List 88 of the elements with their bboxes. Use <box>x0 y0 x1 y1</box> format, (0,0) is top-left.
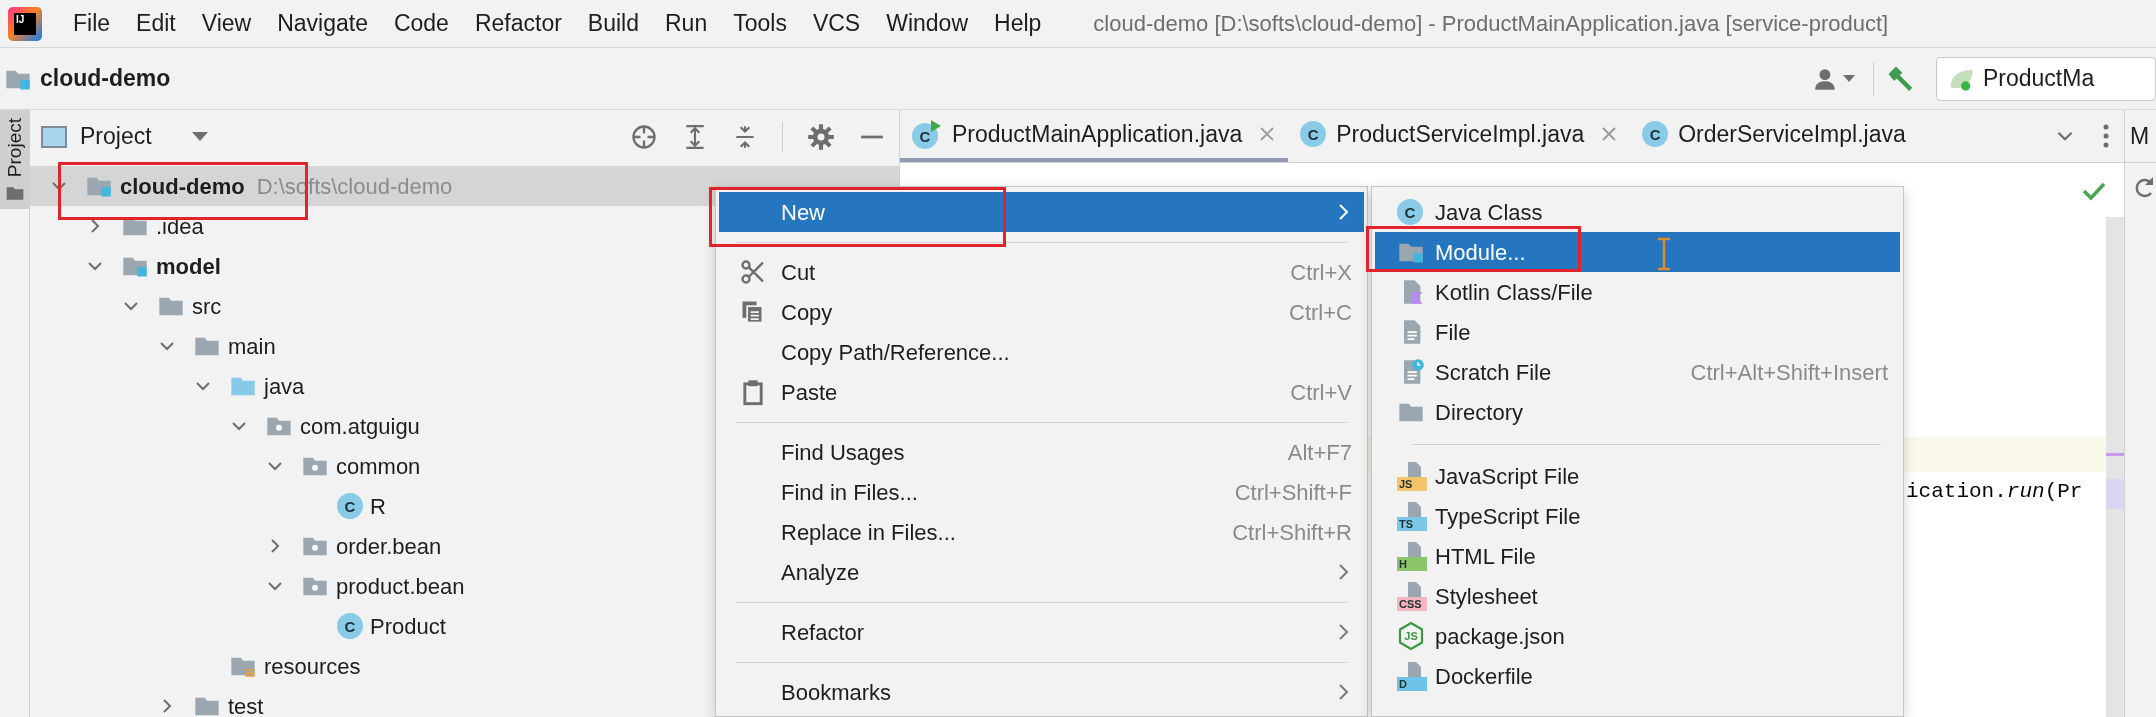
panel-title: Project <box>80 122 152 152</box>
menu-item[interactable]: Edit <box>136 6 176 41</box>
menu-item[interactable]: CSS Stylesheet <box>1375 576 1900 616</box>
shortcut-label: Ctrl+Shift+F <box>1233 478 1352 507</box>
menu-item[interactable]: Code <box>393 6 449 41</box>
editor-tab[interactable]: C OrderServiceImpl.java <box>1630 110 1918 162</box>
app-logo: IJ <box>8 6 42 41</box>
menu-item[interactable]: Run <box>665 6 708 41</box>
tree-label: common <box>336 452 421 481</box>
window-title: cloud-demo [D:\softs\cloud-demo] - ProductMainApplication.java [service-product] <box>1093 10 1889 38</box>
class-icon: C <box>1642 121 1669 147</box>
menu-item[interactable]: Find in Files... Ctrl+Shift+F <box>719 472 1364 512</box>
menu-item[interactable]: Replace in Files... Ctrl+Shift+R <box>719 512 1364 552</box>
tree-label: order.bean <box>336 532 442 561</box>
shortcut-label: Ctrl+V <box>1289 378 1352 407</box>
shortcut-label: Ctrl+C <box>1288 298 1352 327</box>
tree-label: java <box>264 372 305 401</box>
hexagon-icon: JS <box>1397 621 1425 651</box>
menu-item[interactable]: Refactor <box>474 6 562 41</box>
menu-item[interactable]: Bookmarks <box>719 672 1364 712</box>
menu-item[interactable]: Build <box>587 6 639 41</box>
menu-item[interactable]: D Dockerfile <box>1375 656 1900 696</box>
menu-item[interactable]: Directory <box>1375 392 1900 432</box>
window-icon <box>40 123 68 150</box>
tree-label: src <box>192 292 222 321</box>
more-icon[interactable] <box>2102 123 2110 149</box>
tool-window-tab[interactable]: Project <box>0 110 29 210</box>
refresh-icon[interactable] <box>2133 175 2155 199</box>
breadcrumb-item[interactable]: cloud-demo <box>40 61 171 96</box>
menu-item[interactable]: File <box>73 6 111 41</box>
menu-item[interactable]: View <box>201 6 252 41</box>
menu-item[interactable]: Kotlin Class/File <box>1375 272 1900 312</box>
tree-label: com.atguigu <box>300 412 420 441</box>
shortcut-label: Ctrl+Alt+Shift+Insert <box>1689 358 1888 387</box>
menu-item[interactable]: Copy Path/Reference... <box>719 332 1364 372</box>
tree-label: test <box>228 692 264 717</box>
tree-label: .idea <box>156 212 204 241</box>
caret-icon[interactable] <box>191 131 208 142</box>
menu-item[interactable]: File <box>1375 312 1900 352</box>
editor-tab[interactable]: C ProductMainApplication.java <box>900 110 1289 162</box>
menu-item[interactable]: Copy Ctrl+C <box>719 292 1364 332</box>
scrollbar-marker <box>2106 479 2124 509</box>
shortcut-label: Ctrl+X <box>1289 258 1352 287</box>
tree-label: cloud-demo <box>120 172 245 201</box>
crosshair-icon[interactable] <box>630 122 658 151</box>
menu-item[interactable]: Window <box>886 6 968 41</box>
class-icon: C <box>337 493 363 519</box>
caret-icon <box>1843 74 1855 83</box>
menu-item[interactable]: Navigate <box>277 6 368 41</box>
menu-item[interactable]: Analyze <box>719 552 1364 592</box>
tree-label: main <box>228 332 276 361</box>
class-icon: C <box>1300 121 1327 147</box>
shortcut-label: Alt+F7 <box>1286 438 1352 467</box>
shortcut-label: Ctrl+Shift+R <box>1231 518 1352 547</box>
scrollbar-marker <box>2106 453 2124 456</box>
scissors-icon <box>739 258 767 286</box>
menu-item[interactable]: Scratch File Ctrl+Alt+Shift+Insert <box>1375 352 1900 392</box>
class-icon: C <box>337 613 363 639</box>
menu-item[interactable]: C Java Class <box>1375 192 1900 232</box>
menu-item[interactable]: VCS <box>812 6 861 41</box>
tree-label: R <box>370 492 386 521</box>
editor-tab[interactable]: C ProductServiceImpl.java <box>1288 110 1631 162</box>
code-line: ication.run(Pr <box>1906 479 2083 506</box>
menu-item[interactable]: Find Usages Alt+F7 <box>719 432 1364 472</box>
menu-item[interactable]: Module... <box>1375 232 1900 272</box>
menu-item[interactable]: TS TypeScript File <box>1375 496 1900 536</box>
panel-title: M <box>2130 121 2150 151</box>
check-icon <box>2082 181 2106 201</box>
text-cursor-icon <box>1656 237 1672 271</box>
menu-item[interactable]: Cut Ctrl+X <box>719 252 1364 292</box>
run-config-selector[interactable]: ProductMa <box>1936 56 2156 101</box>
menu-item[interactable]: H HTML File <box>1375 536 1900 576</box>
close-icon[interactable] <box>1600 125 1619 143</box>
settings-icon[interactable] <box>807 122 835 151</box>
menu-item[interactable]: Refactor <box>719 612 1364 652</box>
tree-label: product.bean <box>336 572 465 601</box>
class-icon: C <box>1397 199 1423 225</box>
close-icon[interactable] <box>1258 125 1277 143</box>
menu-item[interactable]: Help <box>994 6 1042 41</box>
menu-item[interactable]: JS package.json <box>1375 616 1900 656</box>
menu-item[interactable]: Paste Ctrl+V <box>719 372 1364 412</box>
menu-item[interactable]: JS JavaScript File <box>1375 456 1900 496</box>
menu-item[interactable]: New <box>719 192 1364 232</box>
scrollbar-track[interactable] <box>2106 217 2124 717</box>
menu-item[interactable]: Tools <box>733 6 787 41</box>
tree-label: model <box>156 252 221 281</box>
tree-label: Product <box>370 612 446 641</box>
tree-label: resources <box>264 652 361 681</box>
